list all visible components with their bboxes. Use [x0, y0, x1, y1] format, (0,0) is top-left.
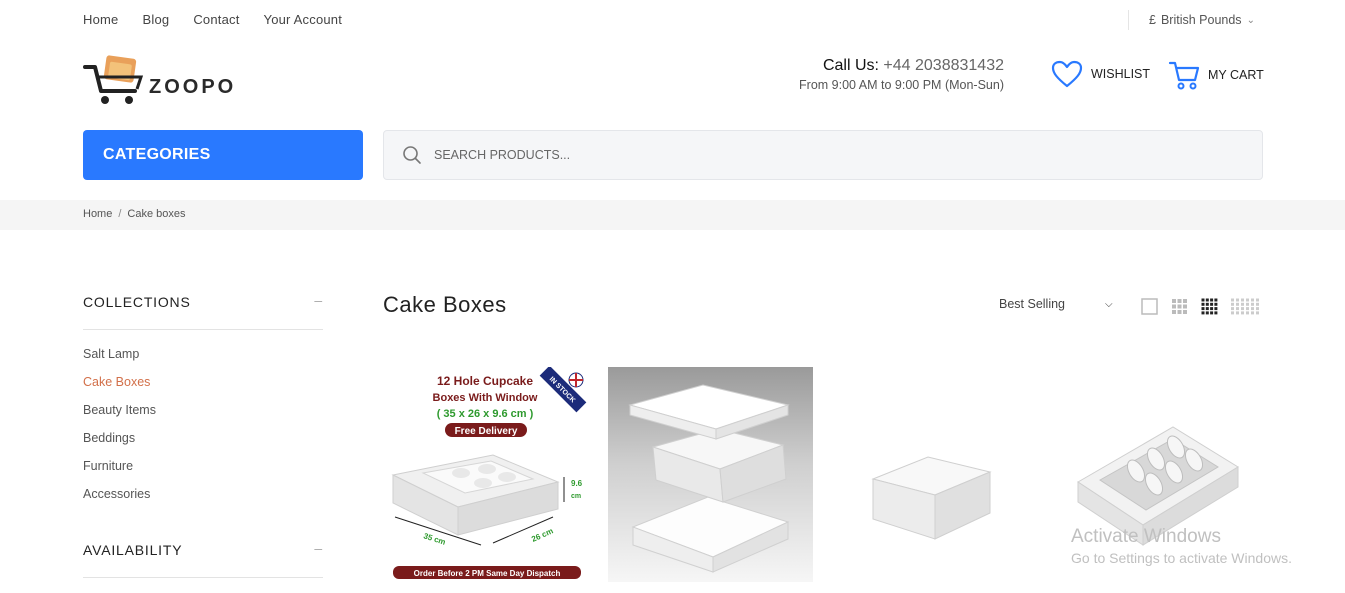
ad-dims: ( 35 x 26 x 9.6 cm )	[437, 408, 534, 420]
search-bar	[383, 130, 1263, 180]
collections-title: COLLECTIONS	[83, 294, 191, 310]
search-icon[interactable]	[402, 145, 422, 165]
ad-height-unit: cm	[571, 493, 581, 500]
currency-symbol: £	[1149, 13, 1156, 27]
product-card[interactable]	[608, 367, 813, 582]
grid-4-icon[interactable]	[1201, 298, 1218, 315]
collapse-icon[interactable]: –	[314, 540, 323, 556]
currency-selector[interactable]: £ British Pounds ⌄	[1128, 10, 1255, 30]
nav-contact-link[interactable]: Contact	[193, 12, 239, 27]
ad-title-line1: 12 Hole Cupcake	[437, 374, 533, 388]
ad-title-line2: Boxes With Window	[433, 392, 538, 404]
page-title: Cake Boxes	[383, 292, 507, 317]
breadcrumb-home[interactable]: Home	[83, 208, 112, 220]
shopping-cart-icon	[1168, 61, 1200, 90]
nav-home-link[interactable]: Home	[83, 12, 118, 27]
call-label: Call Us:	[822, 57, 879, 74]
opening-hours: From 9:00 AM to 9:00 PM (Mon-Sun)	[799, 78, 1004, 92]
sort-selected-value: Best Selling	[999, 297, 1066, 311]
collection-item[interactable]: Beddings	[83, 431, 156, 459]
contact-info: Call Us: +44 2038831432 From 9:00 AM to …	[799, 57, 1004, 92]
availability-heading[interactable]: AVAILABILITY –	[83, 540, 323, 578]
phone-number[interactable]: +44 2038831432	[883, 57, 1004, 74]
breadcrumb-current: Cake boxes	[127, 208, 186, 220]
collections-heading[interactable]: COLLECTIONS –	[83, 292, 323, 330]
wishlist-link[interactable]: WISHLIST	[1051, 60, 1150, 88]
collection-item[interactable]: Beauty Items	[83, 403, 156, 431]
ad-length: 35 cm	[422, 531, 446, 547]
grid-3-icon[interactable]	[1171, 298, 1188, 315]
product-image-stacked-boxes	[628, 384, 790, 573]
breadcrumb-separator: /	[118, 208, 122, 220]
windows-activation-watermark: Activate Windows Go to Settings to activ…	[1071, 526, 1292, 566]
product-card[interactable]: 12 Hole Cupcake Boxes With Window ( 35 x…	[383, 367, 588, 582]
collection-item[interactable]: Accessories	[83, 487, 156, 515]
ad-width: 26 cm	[530, 526, 554, 543]
nav-blog-link[interactable]: Blog	[142, 12, 169, 27]
breadcrumb: Home / Cake boxes	[83, 208, 186, 220]
watermark-title: Activate Windows	[1071, 526, 1221, 547]
collection-item-active[interactable]: Cake Boxes	[83, 375, 156, 403]
wishlist-label: WISHLIST	[1091, 67, 1151, 81]
sort-select[interactable]: Best Selling ⌵	[999, 297, 1113, 311]
product-card[interactable]	[833, 367, 1038, 582]
breadcrumb-bar: Home / Cake boxes	[0, 200, 1345, 230]
watermark-subtitle: Go to Settings to activate Windows.	[1071, 550, 1292, 566]
grid-view-switcher	[1141, 298, 1259, 315]
brand-name: ZOOPO	[149, 76, 237, 98]
grid-1-icon[interactable]	[1141, 298, 1158, 315]
top-nav: Home Blog Contact Your Account	[83, 12, 342, 27]
search-input[interactable]	[434, 148, 1214, 162]
cart-link[interactable]: MY CART	[1168, 60, 1264, 90]
chevron-down-icon: ⌵	[1105, 298, 1113, 310]
categories-button[interactable]: CATEGORIES	[83, 130, 363, 180]
availability-title: AVAILABILITY	[83, 542, 183, 558]
heart-icon	[1051, 60, 1083, 88]
collection-item[interactable]: Salt Lamp	[83, 347, 156, 375]
collection-item[interactable]: Furniture	[83, 459, 156, 487]
ad-height: 9.6	[571, 479, 583, 488]
grid-6-icon[interactable]	[1231, 298, 1259, 315]
ad-dispatch: Order Before 2 PM Same Day Dispatch	[414, 569, 561, 578]
chevron-down-icon: ⌄	[1246, 14, 1255, 26]
product-image-small-box	[871, 456, 992, 540]
collapse-icon[interactable]: –	[314, 292, 323, 308]
collections-list: Salt Lamp Cake Boxes Beauty Items Beddin…	[83, 347, 156, 515]
product-image-cupcake-box-ad: 12 Hole Cupcake Boxes With Window ( 35 x…	[391, 367, 587, 579]
cart-logo-icon	[83, 55, 144, 104]
nav-account-link[interactable]: Your Account	[264, 12, 343, 27]
currency-label: British Pounds	[1160, 13, 1242, 27]
ad-delivery: Free Delivery	[455, 426, 518, 437]
cart-label: MY CART	[1208, 68, 1264, 82]
